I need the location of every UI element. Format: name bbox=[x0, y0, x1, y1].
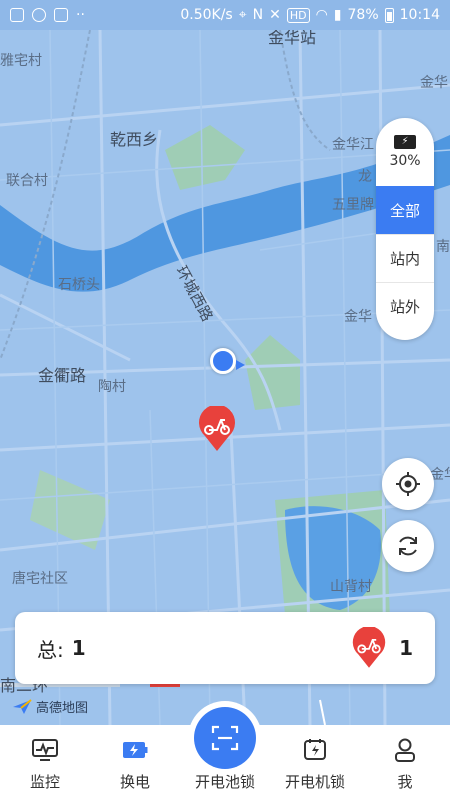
map-label-jinhua-jiang: 金华江 bbox=[332, 137, 374, 153]
park-area bbox=[245, 335, 300, 410]
battery-swap-icon bbox=[121, 737, 149, 763]
status-bar: ·· 0.50K/s ⌖ N ✕ HD ◠ ▮ 78% 10:14 bbox=[0, 0, 450, 30]
filter-option-all[interactable]: 全部 bbox=[376, 186, 434, 234]
map-label-jinhua-mid: 金华 bbox=[344, 309, 372, 325]
motor-lock-icon bbox=[301, 737, 329, 763]
filter-option-out-station[interactable]: 站外 bbox=[376, 282, 434, 330]
amap-logo-text: 高德地图 bbox=[36, 701, 89, 716]
hd-badge: HD bbox=[286, 7, 310, 23]
tab-battery-swap[interactable]: 换电 bbox=[90, 725, 180, 800]
map-label-jinqu-lu: 金衢路 bbox=[38, 366, 87, 385]
tab-battery-swap-label: 换电 bbox=[119, 773, 150, 791]
user-icon bbox=[391, 737, 419, 763]
scooter-marker[interactable] bbox=[197, 406, 237, 452]
battery-threshold-value: 30% bbox=[389, 153, 421, 169]
scooter-pin-icon bbox=[352, 627, 386, 668]
total-count: 1 bbox=[71, 636, 86, 660]
amap-plane-icon bbox=[13, 698, 32, 714]
map-label-jinhua-top-right: 金华 bbox=[420, 75, 448, 91]
location-icon: ⌖ bbox=[238, 7, 247, 23]
tab-me-label: 我 bbox=[397, 773, 413, 791]
map-label-nan-jie: 南街 bbox=[436, 239, 450, 255]
map-label-wulipai: 五里牌 bbox=[332, 197, 374, 213]
image-icon bbox=[10, 8, 24, 22]
map-label-qianxi-xiang: 乾西乡 bbox=[110, 130, 159, 149]
map-label-long: 龙 bbox=[358, 169, 372, 185]
tab-me[interactable]: 我 bbox=[360, 725, 450, 800]
heading-arrow-icon bbox=[236, 360, 245, 370]
tab-monitor-label: 监控 bbox=[29, 773, 60, 791]
clock: 10:14 bbox=[399, 7, 440, 23]
scan-icon bbox=[211, 725, 239, 751]
nfc-icon: N bbox=[252, 7, 264, 23]
battery-bolt-icon: ⚡ bbox=[394, 135, 416, 149]
map-label-tao-cun: 陶村 bbox=[98, 379, 126, 395]
tab-unlock-motor[interactable]: 开电机锁 bbox=[270, 725, 360, 800]
tab-monitor[interactable]: 监控 bbox=[0, 725, 90, 800]
map-label-jinhua-station: 金华站 bbox=[268, 30, 317, 47]
total-label: 总: bbox=[37, 637, 64, 662]
network-speed: 0.50K/s bbox=[180, 7, 233, 23]
monitor-icon bbox=[31, 737, 59, 763]
scooter-pin-icon bbox=[199, 406, 235, 451]
battery-percent: 78% bbox=[347, 7, 379, 23]
scooter-count: 1 bbox=[399, 636, 413, 660]
wifi-icon: ◠ bbox=[315, 7, 328, 23]
refresh-button[interactable] bbox=[382, 520, 434, 572]
signal-icon: ▮ bbox=[333, 7, 342, 23]
mute-icon: ✕ bbox=[269, 7, 281, 23]
filter-option-in-station[interactable]: 站内 bbox=[376, 234, 434, 282]
station-filter-panel: ⚡ 30% 全部 站内 站外 bbox=[376, 118, 434, 340]
amap-logo: 高德地图 bbox=[12, 697, 88, 716]
battery-threshold[interactable]: ⚡ 30% bbox=[376, 118, 434, 186]
park-area bbox=[165, 125, 245, 190]
crosshair-icon bbox=[396, 472, 420, 496]
tab-unlock-motor-label: 开电机锁 bbox=[284, 773, 345, 791]
map-label-tangzhai-shequ: 唐宅社区 bbox=[12, 571, 68, 587]
scan-unlock-button[interactable] bbox=[194, 707, 256, 769]
map-label-zhai-cun: 雅宅村 bbox=[0, 53, 42, 69]
s-app-icon bbox=[32, 8, 46, 22]
map-label-shiqiaotou: 石桥头 bbox=[58, 277, 100, 293]
tab-unlock-battery-label: 开电池锁 bbox=[194, 773, 255, 791]
locate-button[interactable] bbox=[382, 458, 434, 510]
refresh-icon bbox=[399, 536, 417, 556]
current-location-marker bbox=[210, 348, 236, 374]
more-dots-icon: ·· bbox=[76, 7, 85, 23]
map-label-lianhe-cun: 联合村 bbox=[6, 173, 48, 189]
map-label-shanbei-cun: 山背村 bbox=[330, 579, 372, 595]
five-app-icon bbox=[54, 8, 68, 22]
summary-card: 总: 1 1 bbox=[15, 612, 435, 684]
battery-icon bbox=[384, 7, 394, 23]
